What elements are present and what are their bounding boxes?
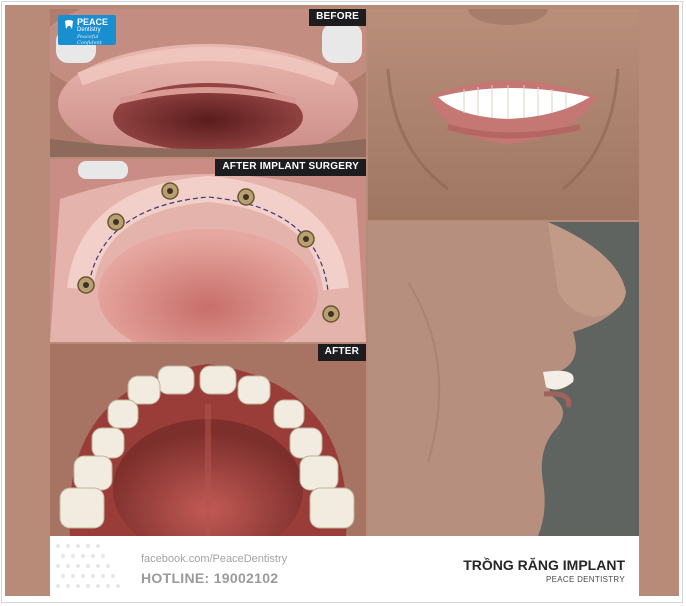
logo-line1: PEACE — [77, 17, 109, 27]
dotted-pattern-decoration — [56, 544, 120, 588]
surgery-illustration — [50, 159, 366, 342]
photo-before: PEACE Dentistry Peaceful Confident BEFOR… — [50, 9, 366, 157]
photo-after: AFTER — [50, 344, 366, 536]
photo-profile — [368, 222, 639, 536]
facebook-link[interactable]: facebook.com/PeaceDentistry — [141, 553, 287, 565]
hotline-text: HOTLINE: 19002102 — [141, 570, 279, 586]
banner-subtitle: PEACE DENTISTRY — [545, 575, 625, 584]
after-illustration — [50, 344, 366, 536]
footer-banner: facebook.com/PeaceDentistry HOTLINE: 190… — [50, 536, 639, 596]
smile-illustration — [368, 9, 639, 220]
photo-smile-front — [368, 9, 639, 220]
banner-title: TRỒNG RĂNG IMPLANT — [463, 557, 625, 573]
before-label: BEFORE — [309, 9, 366, 26]
after-label: AFTER — [317, 344, 366, 361]
tooth-logo-icon — [65, 20, 73, 29]
profile-illustration — [368, 222, 639, 536]
logo-line3: Peaceful Confident — [77, 34, 102, 46]
surgery-label: AFTER IMPLANT SURGERY — [215, 159, 366, 176]
collage-card: PEACE Dentistry Peaceful Confident BEFOR… — [5, 5, 679, 596]
logo-line2: Dentistry — [77, 27, 101, 33]
photo-after-surgery: AFTER IMPLANT SURGERY — [50, 159, 366, 342]
peace-dentistry-logo: PEACE Dentistry Peaceful Confident — [58, 15, 116, 46]
